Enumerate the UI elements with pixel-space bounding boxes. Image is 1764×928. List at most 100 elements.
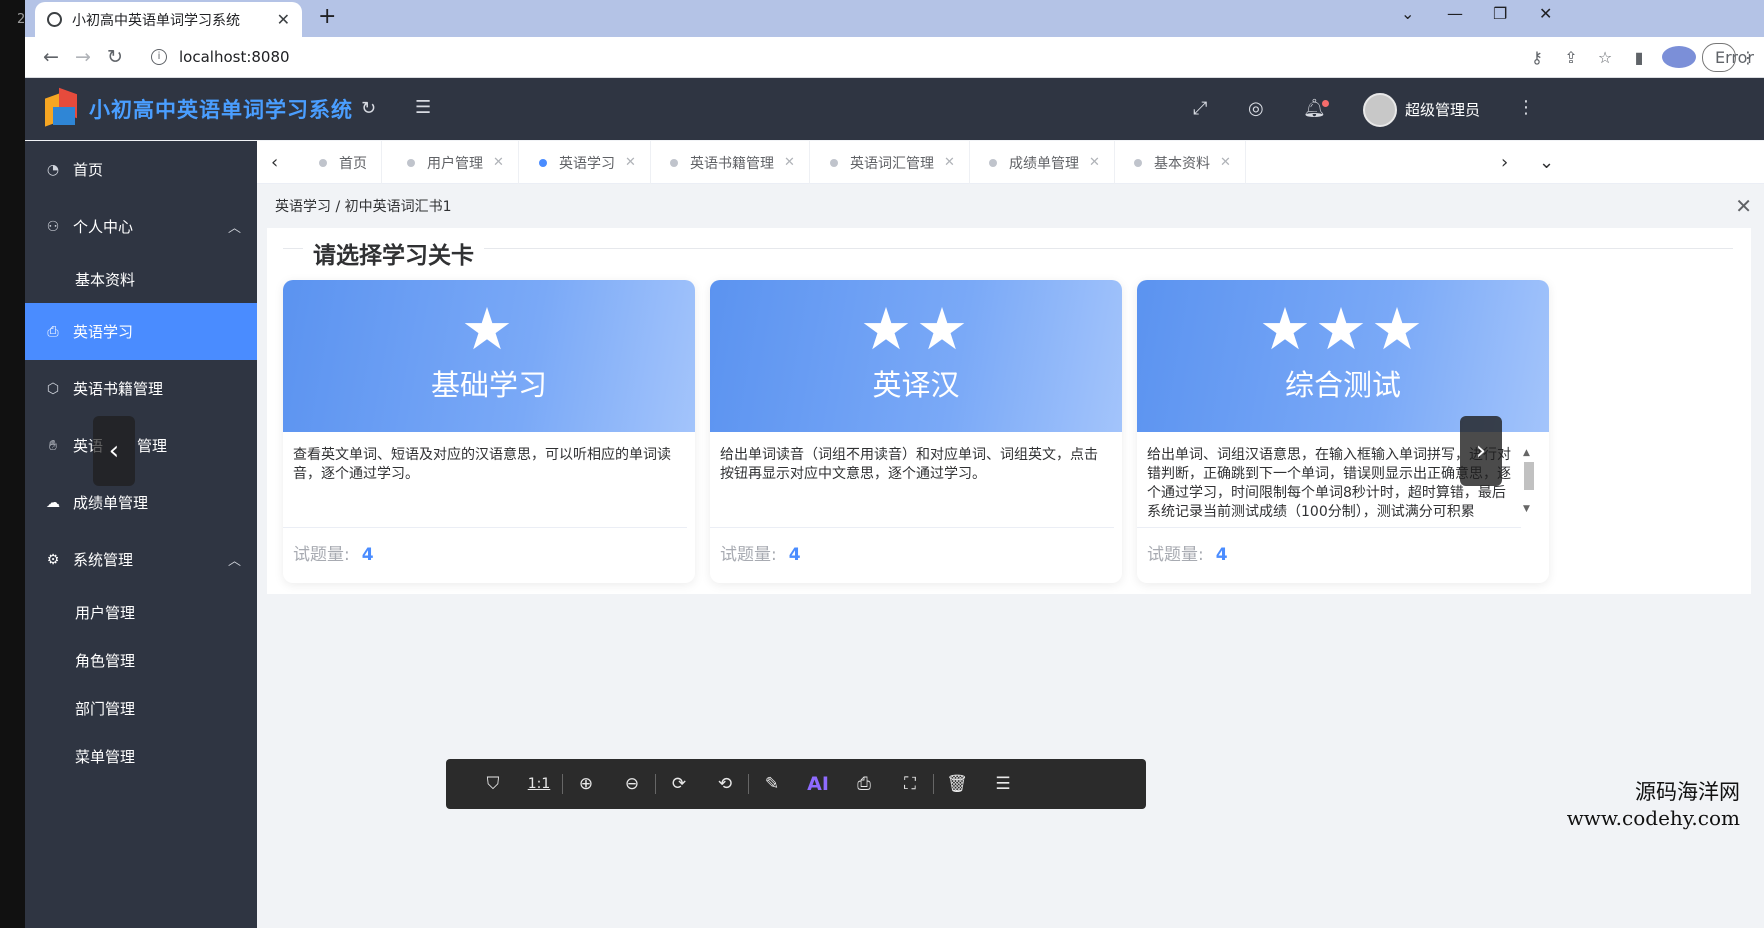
rotate-left-icon[interactable]: ⟲ — [702, 774, 748, 794]
rotate-right-icon[interactable]: ⟳ — [656, 774, 702, 794]
chevron-up-icon: ︿ — [227, 221, 241, 236]
user-icon: ⚇ — [46, 218, 60, 235]
browser-menu-icon[interactable]: ⋮ — [1740, 48, 1756, 67]
bookmark-star-icon[interactable]: ☆ — [1588, 48, 1622, 67]
tag-users[interactable]: 用户管理 ✕ — [385, 141, 519, 184]
sidebar-item-label: 英语书籍管理 — [73, 380, 164, 398]
tag-dot — [539, 158, 547, 167]
sidebar-item-english-vocab[interactable]: ✋︎ 英语 管理 — [25, 417, 257, 474]
divider — [283, 248, 1733, 249]
minimize-button[interactable]: — — [1447, 4, 1463, 23]
sidebar-item-menus[interactable]: 菜单管理 — [25, 732, 257, 780]
card-header: ★★★ 综合测试 — [1137, 280, 1549, 432]
zoom-in-icon[interactable]: ⊕ — [563, 774, 609, 794]
tag-scores[interactable]: 成绩单管理 ✕ — [967, 141, 1115, 184]
sidebar-item-home[interactable]: ◔ 首页 — [25, 141, 257, 198]
tab-close-icon[interactable]: ✕ — [277, 10, 290, 29]
profile-avatar-icon[interactable] — [1662, 46, 1696, 68]
tags-scroll-left-icon[interactable]: ‹ — [271, 152, 278, 173]
sidebar-item-users[interactable]: 用户管理 — [25, 588, 257, 636]
tag-english-study[interactable]: 英语学习 ✕ — [517, 141, 651, 184]
level-select-panel: 请选择学习关卡 ★ 基础学习 查看英文单词、短语及对应的汉语意思，可以听相应的单… — [267, 228, 1751, 594]
reload-button[interactable]: ↻ — [99, 46, 131, 68]
tag-close-icon[interactable]: ✕ — [784, 155, 795, 170]
tags-dropdown-icon[interactable]: ⌄ — [1539, 152, 1554, 173]
question-count: 4 — [788, 545, 801, 565]
browser-tab[interactable]: 小初高中英语单词学习系统 ✕ — [35, 2, 302, 37]
error-button[interactable]: Error — [1702, 42, 1754, 72]
scrollbar-thumb[interactable] — [1524, 462, 1534, 490]
more-options-icon[interactable]: ⋮ — [1517, 97, 1535, 118]
fullscreen-icon[interactable]: ⛶ — [887, 774, 933, 794]
close-icon[interactable]: ✕ — [1735, 194, 1752, 218]
actual-size-button[interactable]: 1:1 — [516, 776, 562, 792]
edit-image-icon[interactable]: ✎ — [749, 774, 795, 794]
menu-icon[interactable]: ☰ — [980, 774, 1026, 794]
scroll-up-icon[interactable]: ▲ — [1523, 448, 1530, 458]
tags-scroll-right-icon[interactable]: › — [1501, 152, 1508, 173]
question-count-label: 试题量: — [720, 545, 777, 565]
fullscreen-icon[interactable]: ⤢ — [1193, 98, 1207, 119]
delete-icon[interactable]: 🗑︎ — [934, 774, 980, 794]
refresh-icon[interactable]: ↻ — [361, 98, 376, 119]
print-icon[interactable]: ⎙ — [841, 774, 887, 794]
share-icon[interactable]: ⇪ — [1554, 48, 1588, 67]
zoom-out-icon[interactable]: ⊖ — [609, 774, 655, 794]
question-count-label: 试题量: — [1147, 545, 1204, 565]
url-field[interactable]: i localhost:8080 — [139, 42, 1319, 72]
tag-close-icon[interactable]: ✕ — [625, 155, 636, 170]
tag-close-icon[interactable]: ✕ — [944, 155, 955, 170]
level-card-en-to-cn[interactable]: ★★ 英译汉 给出单词读音（词组不用读音）和对应单词、词组英文，点击按钮再显示对… — [710, 280, 1122, 583]
user-name[interactable]: 超级管理员 — [1405, 99, 1480, 120]
tag-english-books[interactable]: 英语书籍管理 ✕ — [648, 141, 810, 184]
star-icon: ★★★ — [1259, 295, 1427, 363]
sidebar-item-scores[interactable]: ☁ 成绩单管理 — [25, 474, 257, 531]
sidebar-item-departments[interactable]: 部门管理 — [25, 684, 257, 732]
sidebar-item-label-right: 管理 — [137, 437, 168, 455]
viewer-next-button[interactable]: › — [1460, 416, 1502, 486]
question-count: 4 — [361, 545, 374, 565]
tag-basic-info[interactable]: 基本资料 ✕ — [1112, 141, 1246, 184]
back-button[interactable]: ← — [35, 46, 67, 68]
tag-dot — [407, 158, 415, 167]
sidebar-item-roles[interactable]: 角色管理 — [25, 636, 257, 684]
close-window-button[interactable]: ✕ — [1539, 4, 1552, 23]
viewer-prev-button[interactable]: ‹ — [93, 416, 135, 486]
watermark-url: www.codehy.com — [1566, 806, 1740, 830]
tags-view: ‹ 首页 用户管理 ✕ 英语学习 ✕ 英语书籍管理 ✕ 英语词汇管理 ✕ 成绩单… — [257, 141, 1764, 184]
tab-search-icon[interactable]: ⌄ — [1401, 4, 1414, 23]
site-info-icon[interactable]: i — [151, 49, 167, 65]
tag-dot — [989, 158, 997, 167]
sidebar-item-system[interactable]: ⚙ 系统管理 ︿ — [25, 531, 257, 588]
sidebar-item-english-books[interactable]: ⬡ 英语书籍管理 — [25, 360, 257, 417]
sidebar-item-label: 角色管理 — [75, 651, 136, 670]
scroll-down-icon[interactable]: ▼ — [1523, 504, 1530, 514]
level-card-basic[interactable]: ★ 基础学习 查看英文单词、短语及对应的汉语意思，可以听相应的单词读音，逐个通过… — [283, 280, 695, 583]
tag-close-icon[interactable]: ✕ — [1220, 155, 1231, 170]
user-avatar[interactable] — [1363, 93, 1397, 127]
tag-home[interactable]: 首页 — [297, 141, 382, 184]
collapse-menu-icon[interactable]: ☰ — [415, 97, 431, 118]
sidebar-item-english-study[interactable]: ⎙ 英语学习 — [25, 303, 257, 360]
sidebar-item-label: 用户管理 — [75, 603, 136, 622]
sidebar-item-basic-info[interactable]: 基本资料 — [25, 255, 257, 303]
sidebar-item-personal-center[interactable]: ⚇ 个人中心 ︿ — [25, 198, 257, 255]
language-globe-icon[interactable]: ◎ — [1248, 98, 1264, 119]
card-title: 综合测试 — [1284, 368, 1401, 402]
description-scrollbar[interactable]: ▲ ▼ — [1523, 448, 1535, 518]
ai-button[interactable]: AI — [795, 773, 841, 795]
restore-button[interactable]: ❐ — [1493, 4, 1507, 23]
sidebar: ◔ 首页 ⚇ 个人中心 ︿ 基本资料 ⎙ 英语学习 ⬡ 英语书籍管理 ✋︎ 英语… — [25, 141, 257, 928]
side-panel-icon[interactable]: ▮ — [1622, 48, 1656, 67]
tag-english-vocab[interactable]: 英语词汇管理 ✕ — [808, 141, 970, 184]
tag-close-icon[interactable]: ✕ — [493, 155, 504, 170]
forward-button[interactable]: → — [67, 46, 99, 68]
favicon-icon — [47, 12, 62, 27]
tag-close-icon[interactable]: ✕ — [1089, 155, 1100, 170]
star-icon: ★ — [461, 295, 517, 363]
sidebar-item-label: 个人中心 — [73, 218, 134, 236]
new-tab-button[interactable]: + — [318, 4, 336, 29]
key-icon[interactable]: ⚷ — [1520, 48, 1554, 67]
pin-icon[interactable]: ⛉ — [470, 774, 516, 794]
browser-tabbar: 小初高中英语单词学习系统 ✕ + ⌄ — ❐ ✕ — [25, 0, 1764, 37]
